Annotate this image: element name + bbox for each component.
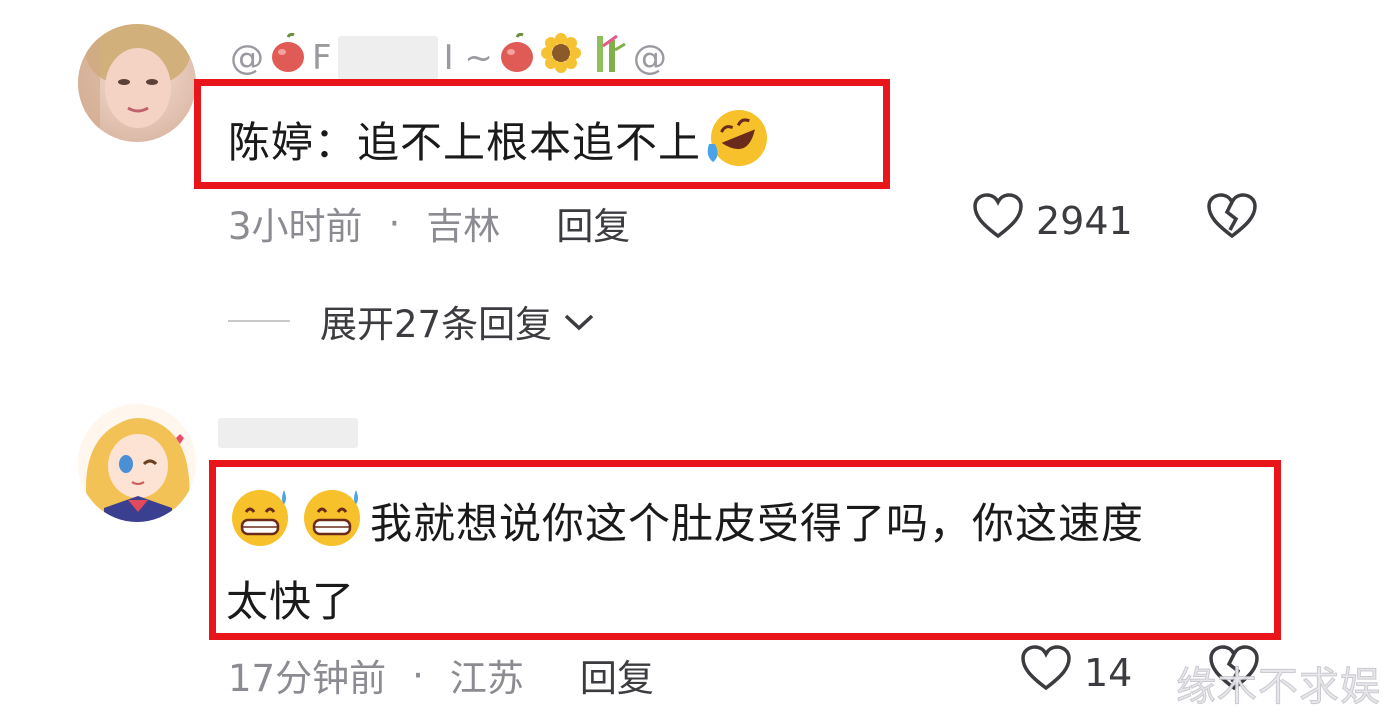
watermark: 缘木不求娱 [1176, 664, 1381, 711]
sunflower-emoji [540, 33, 581, 82]
comment-meta: 17分钟前 · 江苏 回复 [228, 648, 654, 702]
dislike-button[interactable] [1206, 192, 1258, 244]
like-button[interactable]: 14 [1020, 644, 1132, 701]
like-count: 2941 [1036, 198, 1133, 243]
comment-meta: 3小时前 · 吉林 回复 [228, 196, 630, 250]
grin-sweat-emoji [298, 482, 370, 565]
at-symbol: @ [632, 37, 667, 78]
expand-label: 展开27条回复 [320, 303, 553, 346]
divider-line [228, 320, 290, 322]
apple-emoji [270, 32, 306, 82]
comment-text: 我就想说你这个肚皮受得了吗，你这速度 太快了 [226, 482, 1266, 633]
timestamp: 17分钟前 [228, 657, 387, 700]
like-button[interactable]: 2941 [972, 192, 1133, 249]
broken-heart-icon [1206, 193, 1258, 244]
separator-dot: · [412, 653, 424, 697]
comment-text: 陈婷：追不上根本追不上 [228, 104, 775, 187]
comment-list: @ F I ~ @ 陈婷：追不上根本追不上 3小时前 · 吉林 回复 2941 … [0, 0, 1394, 720]
username[interactable]: @ F I ~ @ [230, 32, 667, 83]
reply-button[interactable]: 回复 [580, 648, 654, 702]
username[interactable] [218, 418, 358, 448]
grin-sweat-emoji [226, 482, 298, 565]
avatar[interactable] [78, 404, 196, 522]
rofl-emoji [703, 104, 775, 187]
expand-replies[interactable]: 展开27条回复 [228, 294, 596, 348]
username-part: I ~ [443, 37, 493, 78]
username-part: F [312, 37, 332, 78]
apple-emoji [499, 32, 535, 82]
bamboo-emoji [587, 32, 627, 83]
separator-dot: · [388, 201, 401, 245]
blurred-name [337, 35, 438, 80]
location: 吉林 [426, 205, 501, 248]
heart-icon [1020, 644, 1072, 701]
like-count: 14 [1084, 650, 1133, 695]
blurred-name [218, 418, 358, 448]
reply-button[interactable]: 回复 [556, 196, 630, 250]
at-symbol: @ [230, 37, 264, 78]
avatar[interactable] [78, 24, 196, 142]
heart-icon [972, 192, 1024, 249]
location: 江苏 [449, 657, 524, 700]
chevron-down-icon [562, 300, 596, 343]
timestamp: 3小时前 [228, 205, 363, 248]
